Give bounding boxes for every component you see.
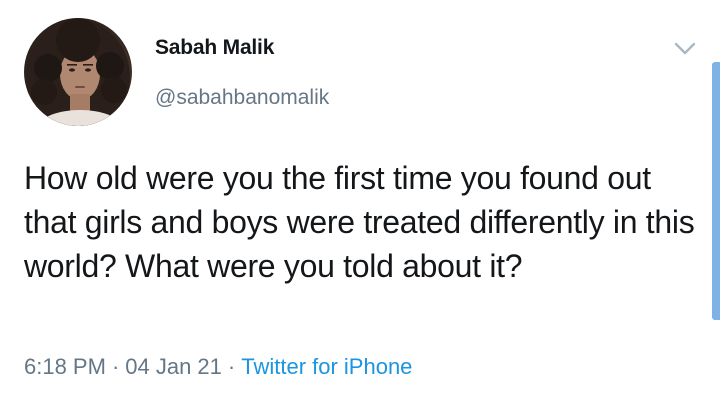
meta-separator: ·: [227, 354, 236, 379]
tweet-source-link[interactable]: Twitter for iPhone: [241, 354, 412, 379]
tweet-card: Sabah Malik @sabahbanomalik How old were…: [0, 0, 720, 413]
tweet-date[interactable]: 04 Jan 21: [125, 354, 222, 379]
user-handle[interactable]: @sabahbanomalik: [155, 86, 329, 110]
meta-separator: ·: [111, 354, 120, 379]
avatar[interactable]: [24, 18, 132, 126]
tweet-time: 6:18 PM: [24, 354, 106, 379]
tweet-text: How old were you the first time you foun…: [24, 160, 695, 284]
user-display-name[interactable]: Sabah Malik: [155, 36, 274, 60]
tweet-metadata: 6:18 PM · 04 Jan 21 · Twitter for iPhone: [24, 354, 412, 380]
chevron-down-icon[interactable]: [672, 38, 698, 58]
scrollbar[interactable]: [712, 62, 720, 320]
